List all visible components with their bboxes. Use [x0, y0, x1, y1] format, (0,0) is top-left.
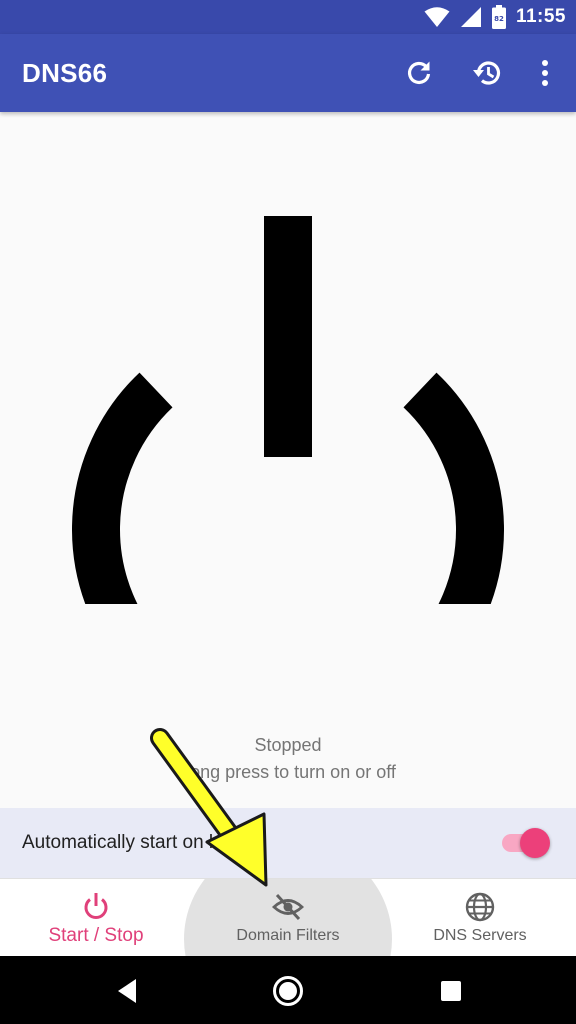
home-icon[interactable] — [271, 974, 305, 1008]
status-time: 11:55 — [515, 6, 566, 27]
nav-start-stop[interactable]: Start / Stop — [0, 879, 192, 956]
wifi-icon — [424, 7, 450, 27]
app-bar: DNS66 — [0, 34, 576, 112]
nav-label: DNS Servers — [433, 927, 527, 944]
globe-icon — [465, 892, 495, 922]
bottom-navigation: Start / Stop Domain Filters DNS Servers — [0, 878, 576, 956]
autostart-row[interactable]: Automatically start on boot — [0, 808, 576, 878]
more-options-button[interactable] — [528, 56, 562, 90]
main-content: Stopped Long press to turn on or off — [0, 112, 576, 808]
more-vert-icon — [542, 60, 548, 86]
refresh-button[interactable] — [402, 56, 436, 90]
vpn-status: Stopped Long press to turn on or off — [0, 732, 576, 786]
hint-label: Long press to turn on or off — [180, 762, 396, 782]
system-navigation-bar — [0, 956, 576, 1024]
history-button[interactable] — [470, 56, 504, 90]
nav-dns-servers[interactable]: DNS Servers — [384, 879, 576, 956]
nav-label: Start / Stop — [48, 925, 144, 946]
signal-icon — [460, 7, 481, 27]
refresh-icon — [407, 61, 431, 85]
autostart-switch[interactable] — [520, 828, 550, 858]
status-label: Stopped — [254, 735, 322, 755]
status-icons: 82 11:55 — [424, 0, 566, 34]
status-bar: 82 11:55 — [0, 0, 576, 34]
back-icon[interactable] — [110, 974, 144, 1008]
app-title: DNS66 — [22, 58, 108, 88]
nav-label: Domain Filters — [236, 927, 340, 944]
autostart-label: Automatically start on boot — [22, 832, 246, 853]
recents-icon[interactable] — [434, 974, 468, 1008]
power-icon — [84, 893, 108, 919]
eye-off-icon — [272, 893, 304, 921]
history-icon — [473, 61, 501, 85]
battery-icon: 82 — [491, 5, 506, 29]
battery-level: 82 — [494, 15, 504, 23]
power-icon[interactable] — [72, 216, 504, 604]
nav-domain-filters[interactable]: Domain Filters — [192, 879, 384, 956]
